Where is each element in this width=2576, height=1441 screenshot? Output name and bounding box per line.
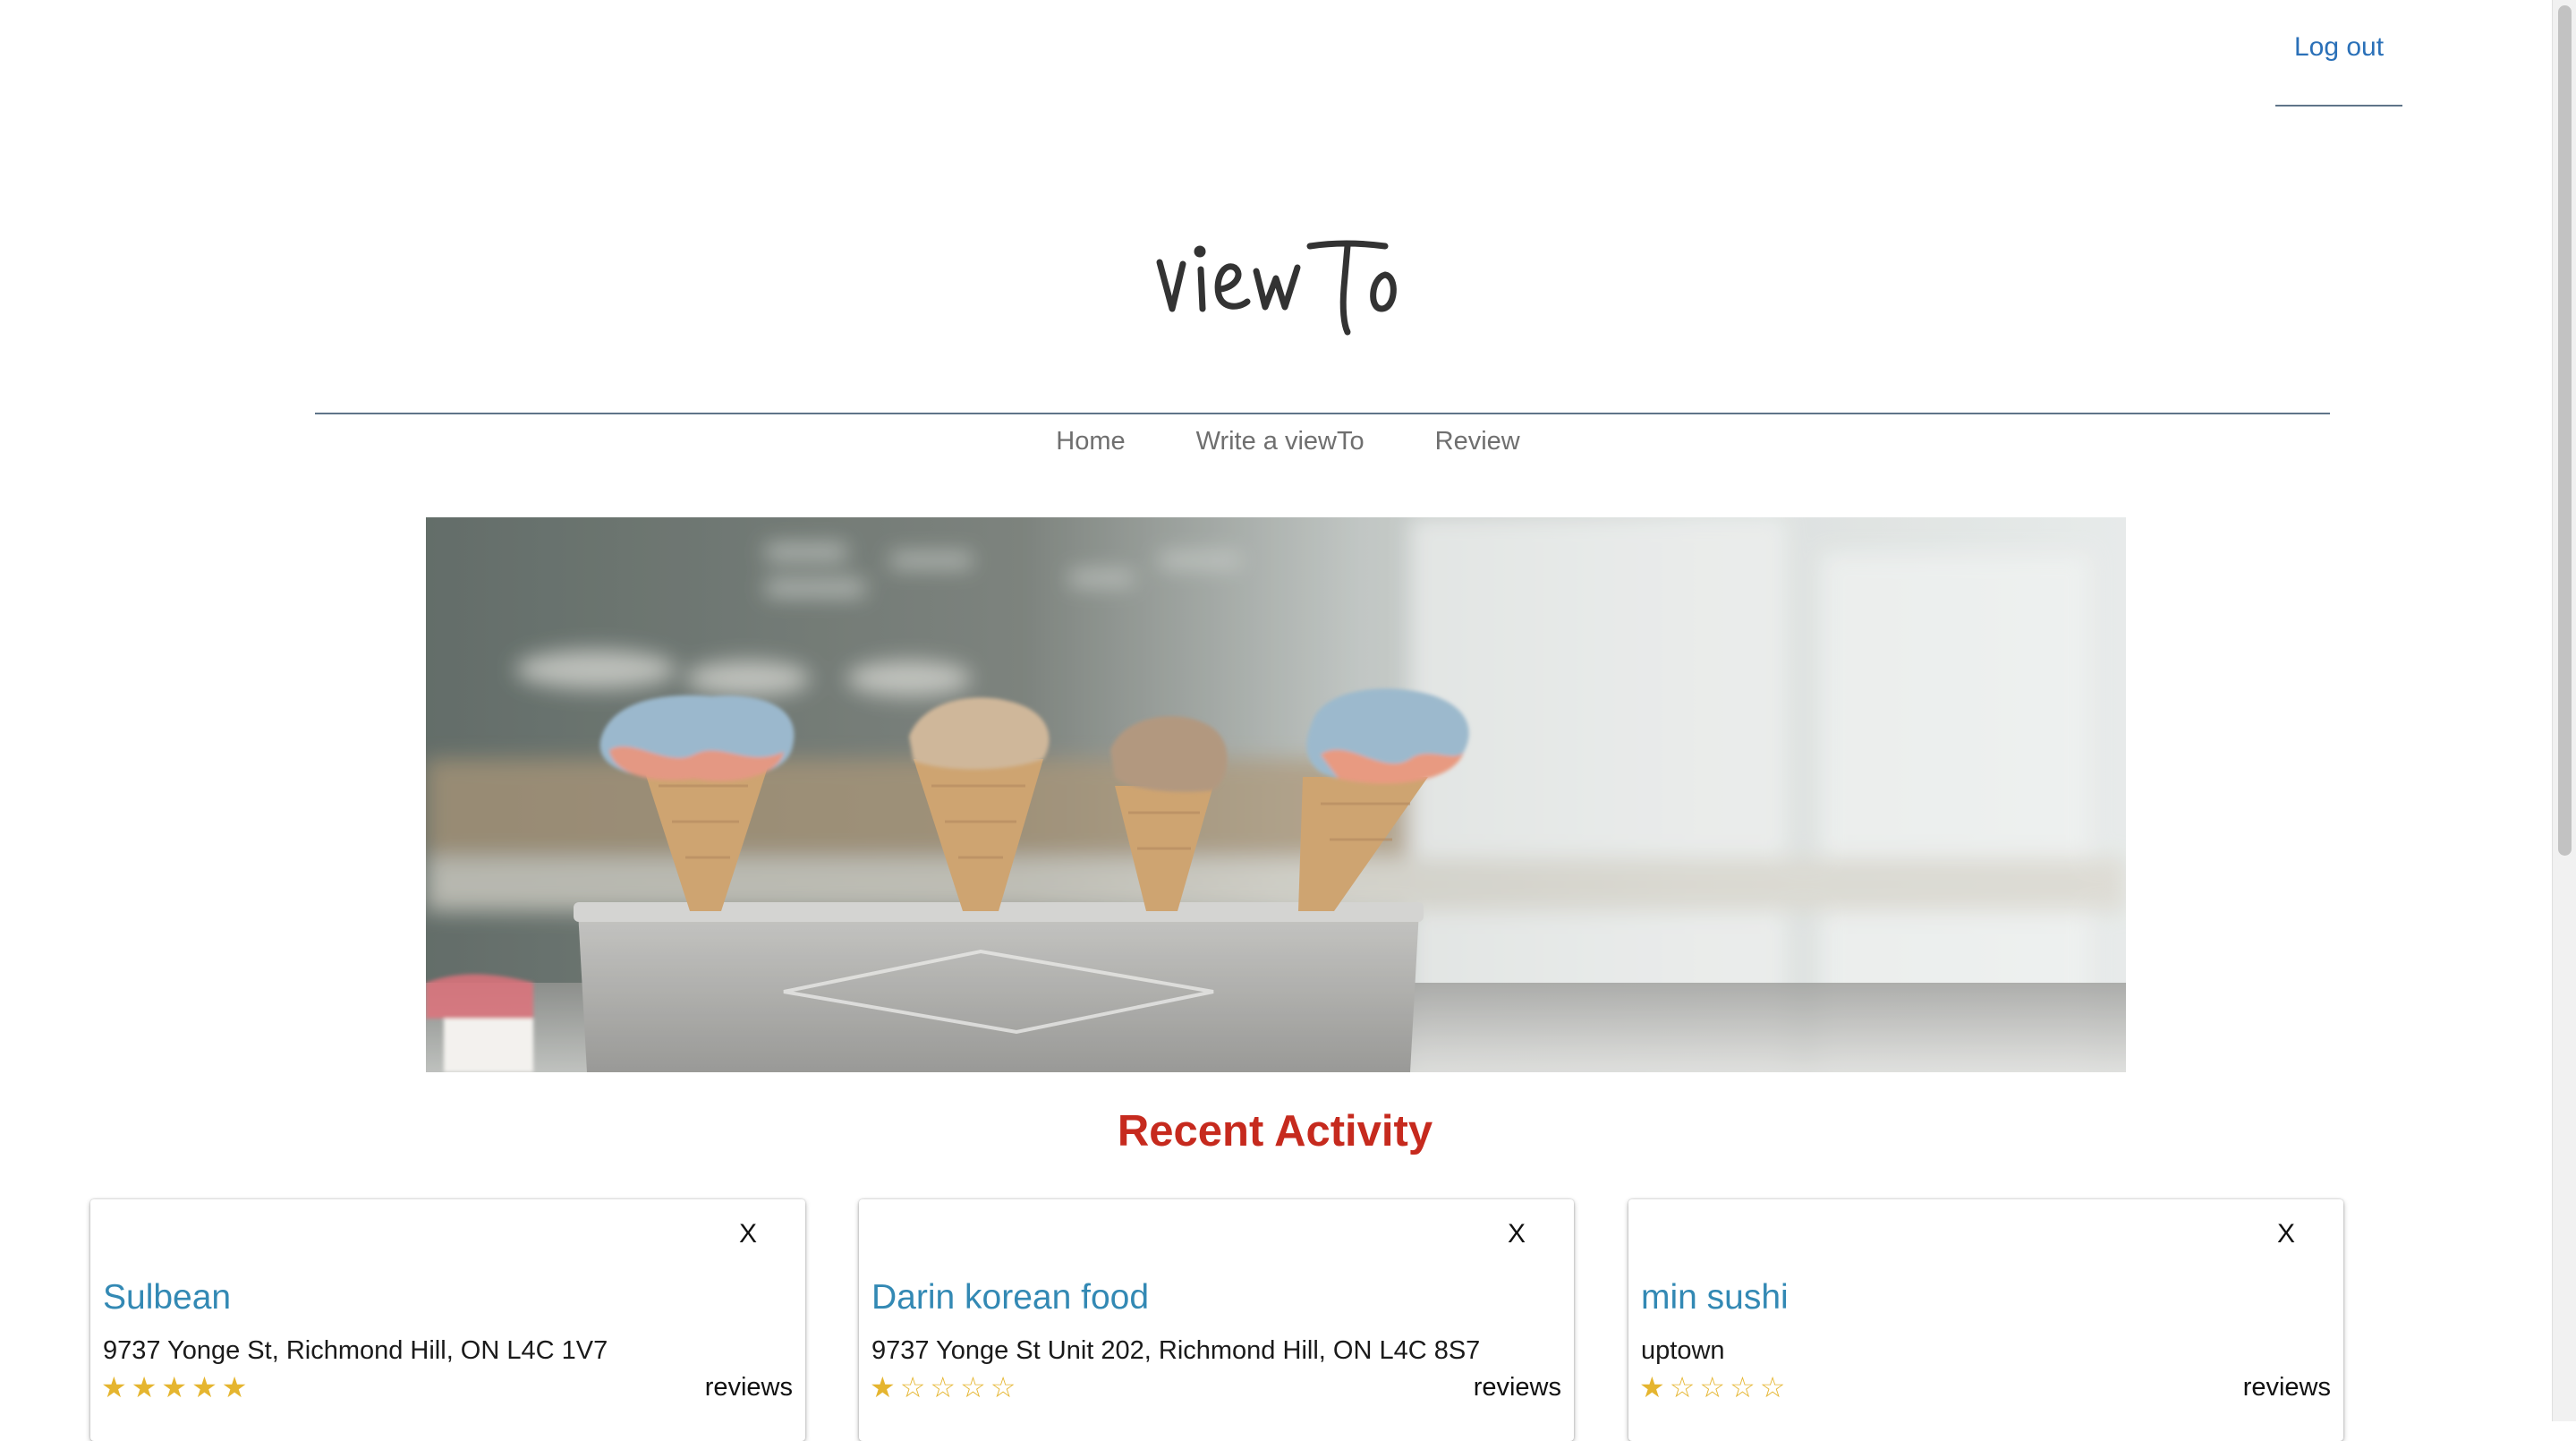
star-rating: ★☆☆☆☆ [1639, 1370, 1790, 1404]
viewto-logo[interactable] [1145, 219, 1450, 345]
hero-ice-cream-picture [426, 517, 2126, 1072]
star-rating: ★☆☆☆☆ [870, 1370, 1021, 1404]
page-scrollbar[interactable] [2552, 0, 2576, 1421]
nav-write-viewto[interactable]: Write a viewTo [1196, 427, 1365, 456]
close-card-button[interactable]: X [1508, 1219, 1526, 1249]
nav-home[interactable]: Home [1056, 427, 1125, 456]
recent-activity-heading: Recent Activity [1117, 1107, 1433, 1155]
close-card-button[interactable]: X [2277, 1219, 2295, 1249]
reviews-link[interactable]: reviews [705, 1373, 793, 1403]
close-card-button[interactable]: X [739, 1219, 757, 1249]
restaurant-address: 9737 Yonge St, Richmond Hill, ON L4C 1V7 [103, 1336, 608, 1365]
nav-divider [315, 413, 2330, 414]
reviews-link[interactable]: reviews [2243, 1373, 2331, 1403]
scrollbar-thumb[interactable] [2558, 5, 2572, 856]
nav-review[interactable]: Review [1435, 427, 1520, 456]
recent-activity-cards: X Sulbean 9737 Yonge St, Richmond Hill, … [0, 1199, 2576, 1441]
restaurant-card: X min sushi uptown ★☆☆☆☆ reviews [1628, 1199, 2343, 1441]
restaurant-name-link[interactable]: Sulbean [103, 1278, 231, 1317]
star-rating: ★★★★★ [101, 1370, 252, 1404]
restaurant-card: X Sulbean 9737 Yonge St, Richmond Hill, … [90, 1199, 805, 1441]
reviews-link[interactable]: reviews [1474, 1373, 1561, 1403]
logout-link[interactable]: Log out [2275, 32, 2402, 63]
restaurant-address: 9737 Yonge St Unit 202, Richmond Hill, O… [871, 1336, 1481, 1365]
logout-underline [2275, 105, 2402, 107]
hero-image [426, 517, 2126, 1072]
restaurant-address: uptown [1641, 1336, 1725, 1365]
viewto-logo-graphic [1156, 240, 1397, 336]
restaurant-card: X Darin korean food 9737 Yonge St Unit 2… [859, 1199, 1574, 1441]
restaurant-name-link[interactable]: min sushi [1641, 1278, 1789, 1317]
main-nav: Home Write a viewTo Review [0, 427, 2576, 456]
restaurant-name-link[interactable]: Darin korean food [871, 1278, 1149, 1317]
